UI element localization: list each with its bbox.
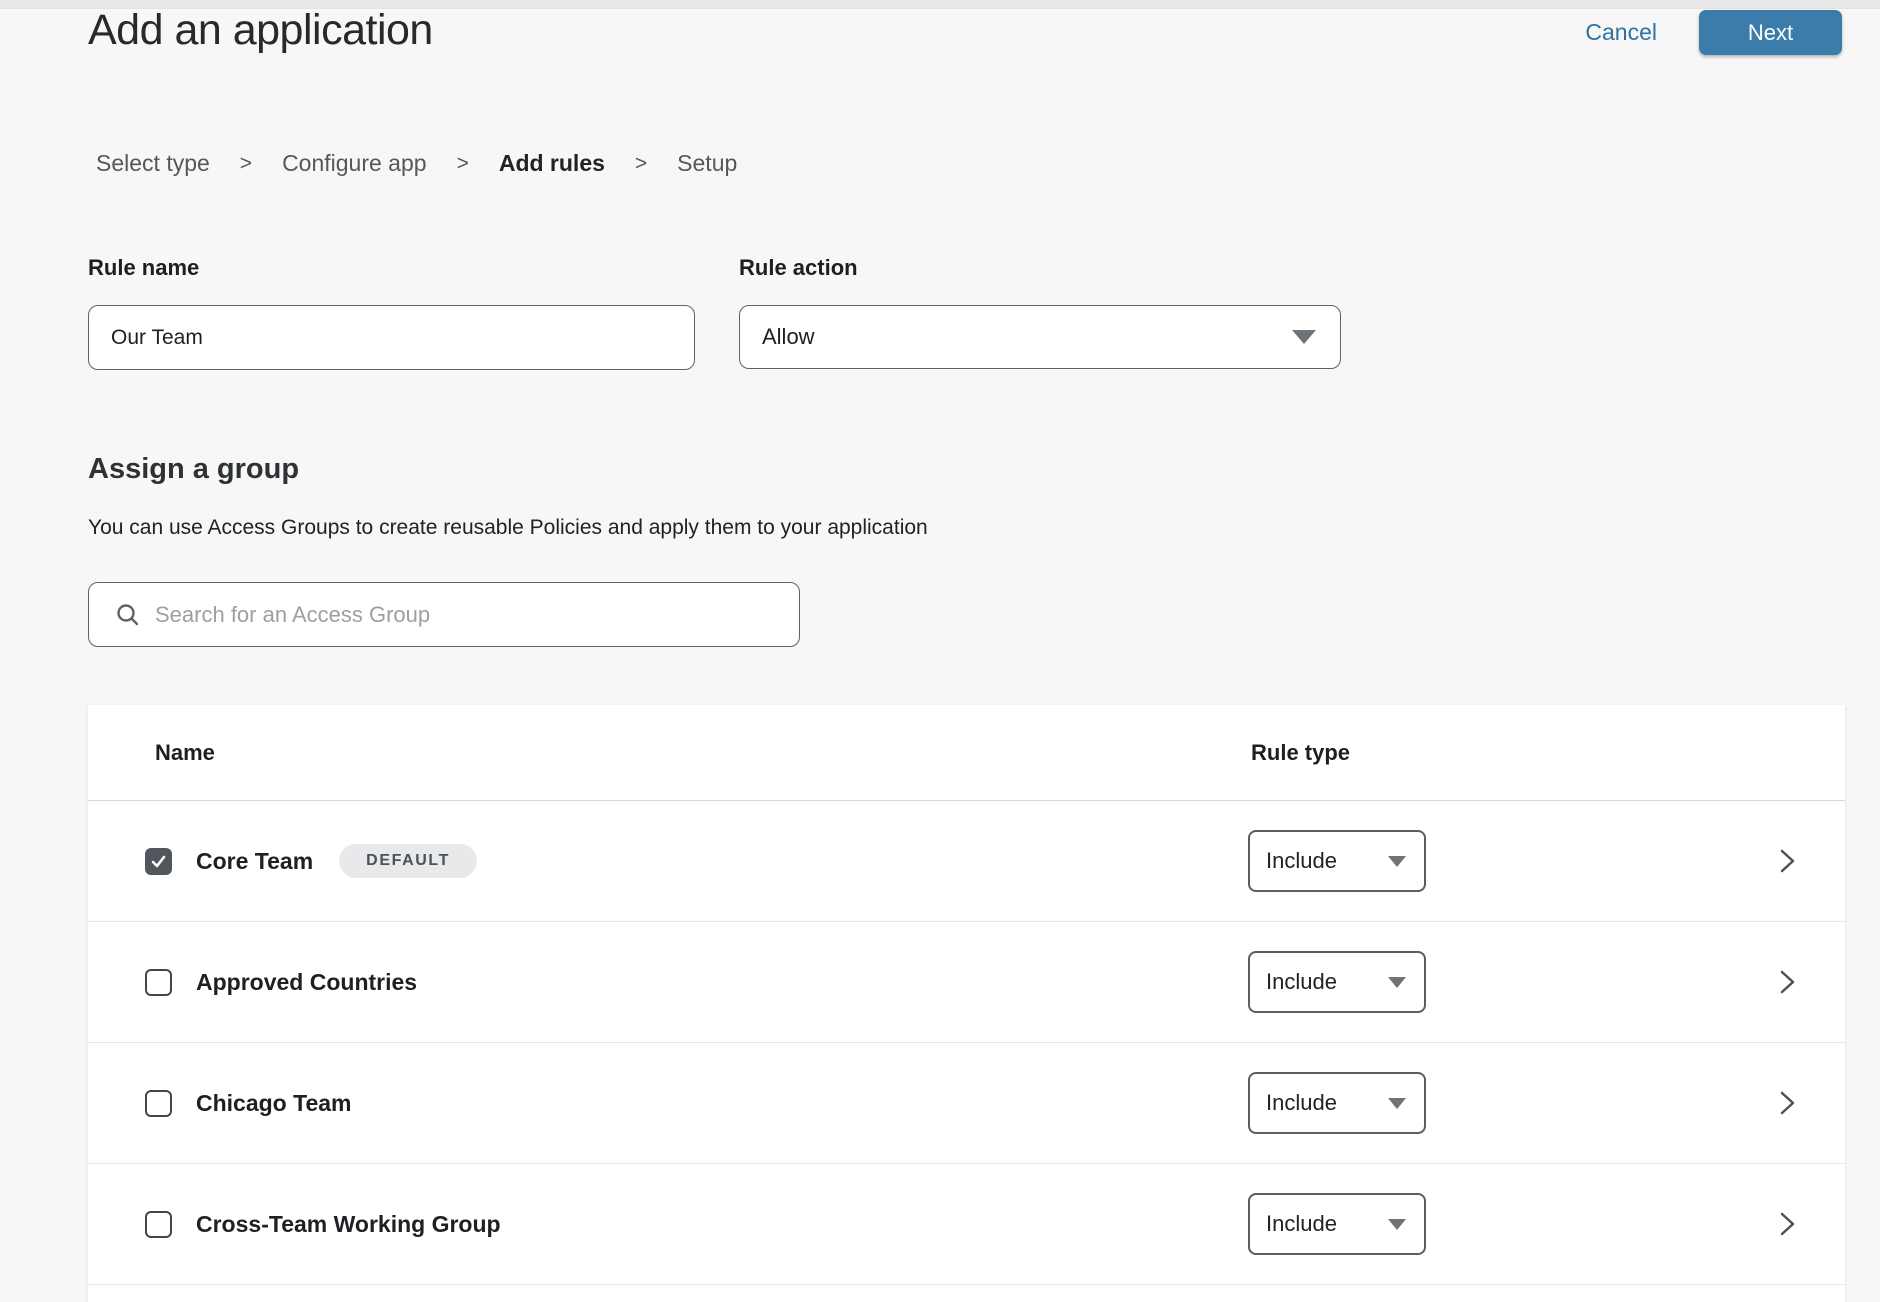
cancel-button[interactable]: Cancel [1585, 10, 1657, 55]
rule-action-field-group: Rule action Allow [739, 255, 1341, 370]
caret-down-icon [1388, 1219, 1406, 1230]
rule-type-value: Include [1266, 1090, 1337, 1116]
assign-group-description: You can use Access Groups to create reus… [88, 516, 928, 540]
group-name: Approved Countries [196, 969, 417, 996]
caret-down-icon [1292, 330, 1316, 344]
search-input[interactable] [153, 601, 783, 629]
breadcrumb-setup[interactable]: Setup [677, 150, 737, 177]
group-checkbox[interactable] [145, 1090, 172, 1117]
rule-form: Rule name Rule action Allow [88, 255, 1341, 370]
access-group-search[interactable] [88, 582, 800, 647]
breadcrumb-configure-app[interactable]: Configure app [282, 150, 427, 177]
table-row: Chicago Team Include [88, 1043, 1845, 1164]
group-rows: Core Team DEFAULT Include Approved Count… [88, 801, 1845, 1285]
add-application-page: Add an application Cancel Next Select ty… [0, 0, 1880, 1302]
assign-group-heading: Assign a group [88, 453, 928, 486]
chevron-right-icon[interactable] [1777, 969, 1797, 995]
breadcrumb-separator: > [240, 152, 252, 176]
access-groups-table: Name Rule type Core Team DEFAULT Include [88, 705, 1845, 1302]
breadcrumb-separator: > [635, 152, 647, 176]
assign-group-section: Assign a group You can use Access Groups… [88, 453, 928, 647]
table-row: Cross-Team Working Group Include [88, 1164, 1845, 1285]
rule-name-field-group: Rule name [88, 255, 695, 370]
rule-type-select[interactable]: Include [1248, 830, 1426, 892]
table-row: Approved Countries Include [88, 922, 1845, 1043]
default-badge: DEFAULT [339, 844, 477, 878]
chevron-right-icon[interactable] [1777, 848, 1797, 874]
rule-action-value: Allow [762, 324, 815, 350]
chevron-right-icon[interactable] [1777, 1090, 1797, 1116]
breadcrumb-select-type[interactable]: Select type [96, 150, 210, 177]
rule-name-label: Rule name [88, 255, 695, 281]
rule-type-value: Include [1266, 969, 1337, 995]
column-header-name: Name [155, 740, 215, 766]
rule-type-value: Include [1266, 1211, 1337, 1237]
chevron-right-icon[interactable] [1777, 1211, 1797, 1237]
group-name: Cross-Team Working Group [196, 1211, 501, 1238]
group-name: Chicago Team [196, 1090, 352, 1117]
caret-down-icon [1388, 856, 1406, 867]
group-checkbox[interactable] [145, 1211, 172, 1238]
table-row: Core Team DEFAULT Include [88, 801, 1845, 922]
page-title: Add an application [88, 6, 433, 55]
group-name: Core Team [196, 848, 313, 875]
group-checkbox[interactable] [145, 848, 172, 875]
rule-action-label: Rule action [739, 255, 1341, 281]
breadcrumb-separator: > [457, 152, 469, 176]
next-button[interactable]: Next [1699, 10, 1842, 55]
group-checkbox[interactable] [145, 969, 172, 996]
rule-action-select[interactable]: Allow [739, 305, 1341, 369]
breadcrumb: Select type > Configure app > Add rules … [96, 150, 737, 177]
caret-down-icon [1388, 977, 1406, 988]
breadcrumb-add-rules[interactable]: Add rules [499, 150, 605, 177]
header-actions: Cancel Next [1585, 10, 1842, 55]
rule-type-select[interactable]: Include [1248, 1072, 1426, 1134]
search-icon [115, 602, 141, 628]
rule-type-select[interactable]: Include [1248, 951, 1426, 1013]
rule-name-input[interactable] [88, 305, 695, 370]
caret-down-icon [1388, 1098, 1406, 1109]
checkmark-icon [150, 853, 167, 870]
table-header: Name Rule type [88, 705, 1845, 801]
rule-type-select[interactable]: Include [1248, 1193, 1426, 1255]
rule-type-value: Include [1266, 848, 1337, 874]
column-header-rule-type: Rule type [1251, 740, 1350, 766]
